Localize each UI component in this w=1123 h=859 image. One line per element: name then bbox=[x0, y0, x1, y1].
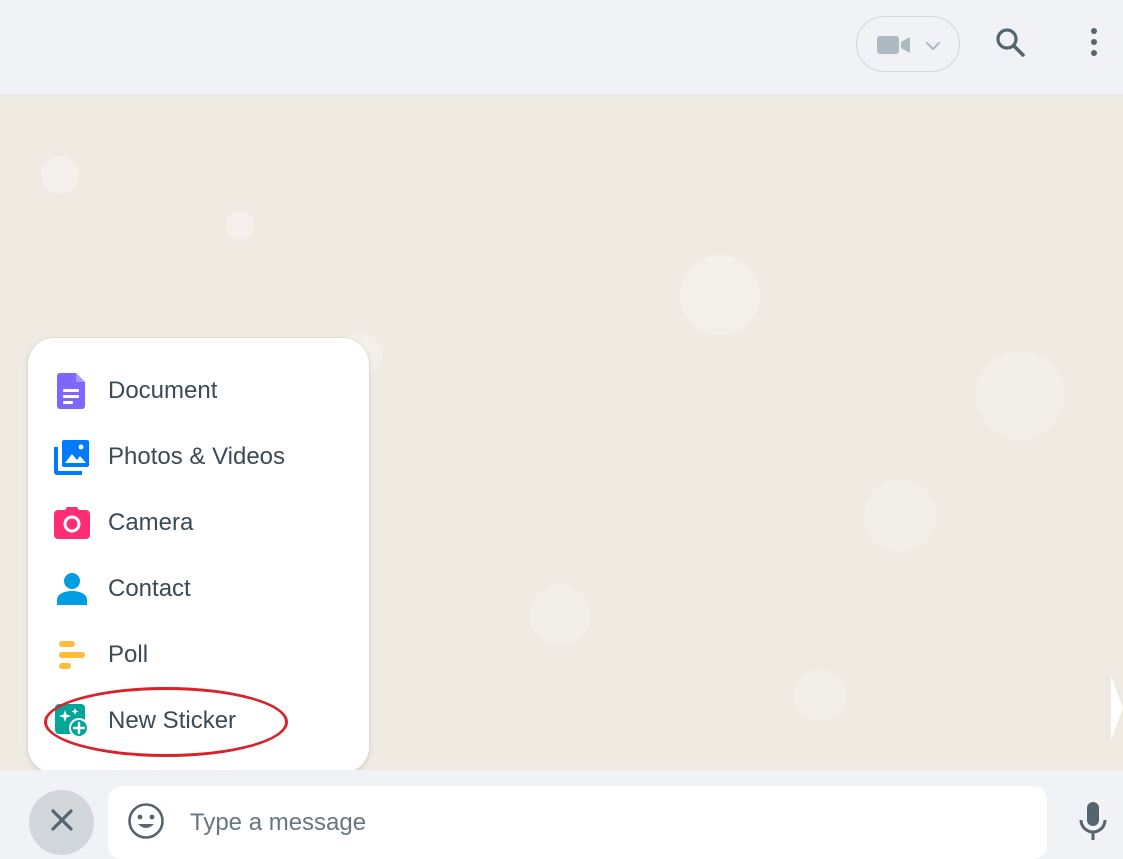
menu-item-label: Photos & Videos bbox=[108, 443, 286, 470]
microphone-icon bbox=[1078, 801, 1108, 847]
document-icon bbox=[52, 371, 92, 411]
attach-menu: Document Photos & Videos Camera Contact … bbox=[28, 338, 369, 773]
chat-header bbox=[0, 0, 1123, 95]
scroll-tab bbox=[1111, 676, 1123, 740]
menu-item-label: Camera bbox=[108, 509, 194, 536]
camera-icon bbox=[52, 503, 92, 543]
video-camera-icon bbox=[877, 35, 911, 60]
photos-videos-icon bbox=[52, 437, 92, 477]
search-button[interactable] bbox=[990, 24, 1030, 64]
menu-item-document[interactable]: Document bbox=[28, 358, 369, 424]
message-box bbox=[108, 786, 1047, 859]
emoji-button[interactable] bbox=[126, 802, 166, 845]
close-attach-button[interactable] bbox=[29, 790, 94, 855]
menu-item-contact[interactable]: Contact bbox=[28, 556, 369, 622]
more-options-button[interactable] bbox=[1074, 24, 1114, 64]
video-call-button[interactable] bbox=[856, 16, 960, 72]
more-vertical-icon bbox=[1089, 27, 1099, 62]
menu-item-label: Document bbox=[108, 377, 218, 404]
menu-item-label: New Sticker bbox=[108, 707, 237, 734]
menu-item-photos-videos[interactable]: Photos & Videos bbox=[28, 424, 369, 490]
message-input[interactable] bbox=[190, 802, 1010, 844]
composer-bar bbox=[0, 770, 1123, 859]
chat-window: Document Photos & Videos Camera Contact … bbox=[0, 0, 1123, 859]
menu-item-poll[interactable]: Poll bbox=[28, 622, 369, 688]
emoji-icon bbox=[127, 802, 165, 845]
new-sticker-icon bbox=[52, 701, 92, 741]
chevron-down-icon bbox=[925, 39, 941, 57]
poll-icon bbox=[52, 635, 92, 675]
contact-icon bbox=[52, 569, 92, 609]
menu-item-camera[interactable]: Camera bbox=[28, 490, 369, 556]
menu-item-label: Contact bbox=[108, 575, 191, 602]
voice-message-button[interactable] bbox=[1073, 801, 1113, 847]
menu-item-label: Poll bbox=[108, 641, 149, 668]
menu-item-new-sticker[interactable]: New Sticker bbox=[28, 688, 369, 754]
close-icon bbox=[50, 808, 74, 837]
search-icon bbox=[994, 26, 1026, 63]
